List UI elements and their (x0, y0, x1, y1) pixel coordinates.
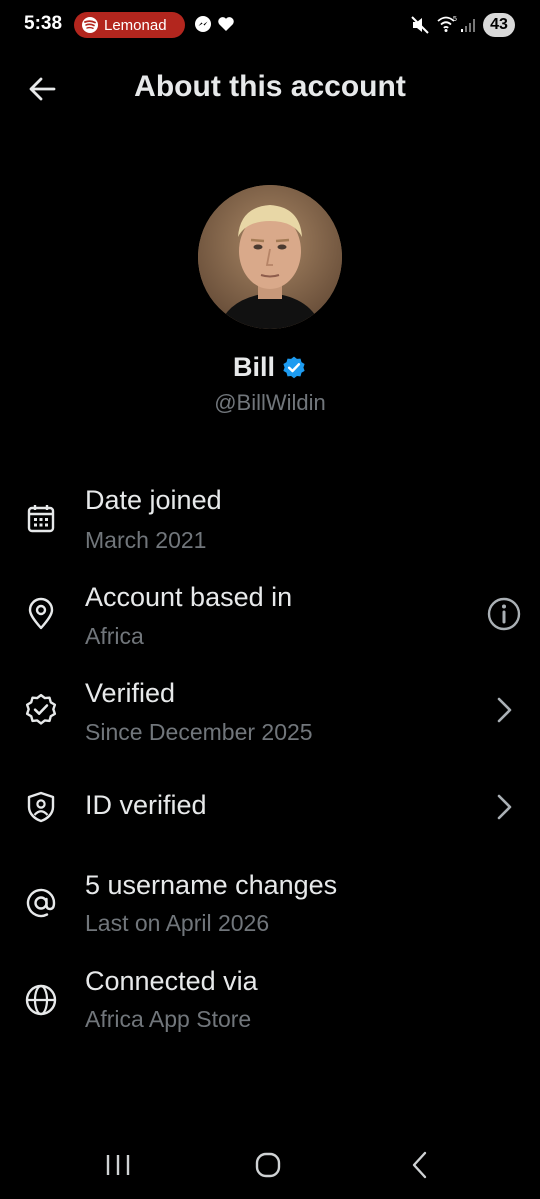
row-date-joined: Date joined March 2021 (0, 480, 540, 560)
row-account-based-in: Account based in Africa (0, 577, 540, 657)
wifi-icon: 5 (436, 15, 458, 38)
row-subtitle: Africa (85, 623, 144, 649)
recents-button[interactable] (98, 1145, 138, 1185)
media-playing-pill[interactable]: Lemonad (74, 12, 185, 38)
status-time: 5:38 (24, 13, 63, 34)
row-subtitle: Last on April 2026 (85, 910, 270, 936)
row-connected-via: Connected via Africa App Store (0, 961, 540, 1041)
messenger-icon (194, 15, 212, 38)
at-sign-icon (24, 886, 58, 920)
row-subtitle: Since December 2025 (85, 719, 313, 745)
row-title: ID verified (85, 790, 207, 820)
display-name-row: Bill (0, 352, 540, 383)
info-icon[interactable] (486, 596, 522, 632)
status-bar: 5:38 Lemonad 5 43 (0, 0, 540, 52)
id-shield-icon (24, 790, 58, 824)
chevron-right-icon (486, 692, 522, 728)
heart-icon (217, 15, 235, 38)
svg-text:5: 5 (453, 16, 457, 23)
handle: @BillWildin (214, 390, 326, 415)
spotify-icon (82, 17, 98, 33)
recents-icon (106, 1155, 130, 1175)
row-id-verified[interactable]: ID verified (0, 775, 540, 839)
chevron-right-icon (486, 789, 522, 825)
avatar[interactable] (198, 185, 342, 329)
home-icon (255, 1152, 281, 1178)
media-app-label: Lemonad (104, 16, 167, 34)
system-back-button[interactable] (400, 1145, 440, 1185)
row-verified[interactable]: Verified Since December 2025 (0, 673, 540, 753)
row-subtitle: Africa App Store (85, 1006, 252, 1032)
signal-icon (460, 17, 476, 38)
battery-indicator: 43 (483, 13, 515, 37)
display-name: Bill (232, 352, 275, 382)
location-pin-icon (24, 597, 58, 631)
verified-checkmark-icon[interactable] (281, 355, 307, 381)
back-icon (412, 1151, 427, 1179)
verified-badge-icon (24, 693, 58, 727)
row-title: Connected via (85, 966, 258, 996)
profile-photo (198, 185, 342, 329)
calendar-icon (24, 502, 58, 536)
row-title: Date joined (85, 485, 222, 515)
row-subtitle: March 2021 (85, 527, 207, 553)
row-title: Account based in (85, 582, 293, 612)
mute-icon (410, 15, 430, 40)
row-title: Verified (85, 678, 176, 708)
globe-icon (24, 983, 58, 1017)
page-title: About this account (134, 70, 406, 103)
row-username-changes: 5 username changes Last on April 2026 (0, 865, 540, 945)
row-title: 5 username changes (85, 870, 338, 900)
home-button[interactable] (248, 1145, 288, 1185)
